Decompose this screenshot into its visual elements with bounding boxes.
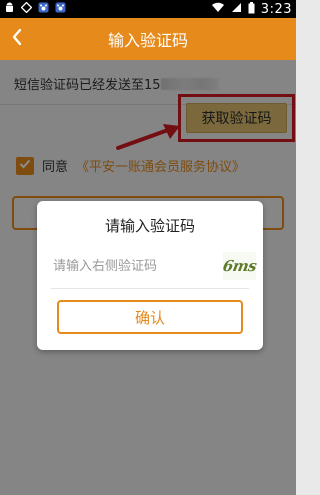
paw-icon: [38, 2, 49, 16]
captcha-text: 6ms: [221, 257, 258, 275]
page-title: 输入验证码: [107, 31, 188, 50]
captcha-input[interactable]: [53, 250, 223, 282]
captcha-image[interactable]: 6ms: [221, 252, 258, 280]
status-bar: 3:23: [0, 0, 296, 18]
battery-icon: [248, 1, 255, 17]
dialog-title: 请输入验证码: [104, 217, 195, 235]
status-time: 3:23: [260, 1, 292, 17]
android-icon: [4, 2, 15, 16]
captcha-dialog: 请输入验证码 6ms 确认: [37, 201, 263, 350]
status-icon: [20, 1, 33, 16]
captcha-row: 6ms: [53, 250, 258, 282]
signal-icon: [231, 2, 242, 16]
paw-icon: [55, 2, 66, 16]
wifi-icon: [211, 2, 225, 16]
app-header: 输入验证码: [0, 18, 296, 60]
status-left-icons: [4, 1, 66, 16]
dialog-divider: [51, 288, 249, 289]
confirm-button[interactable]: 确认: [57, 300, 243, 334]
status-right-icons: 3:23: [211, 1, 292, 17]
